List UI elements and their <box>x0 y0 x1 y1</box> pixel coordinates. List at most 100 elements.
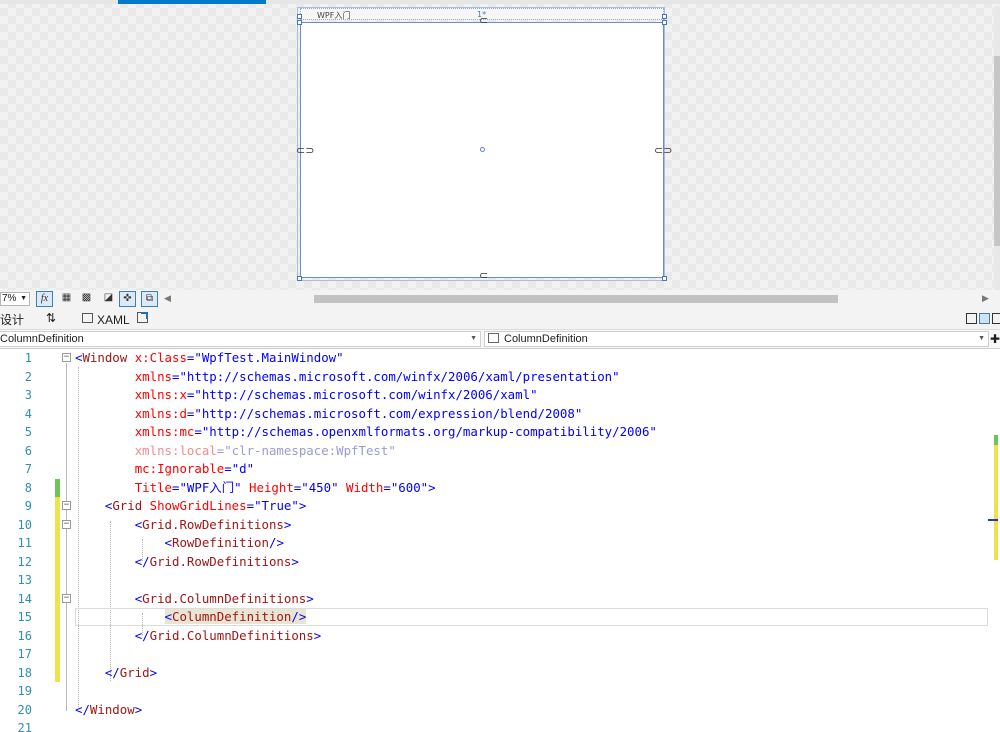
anchor-bottom-icon[interactable]: ⊂ <box>479 270 488 281</box>
grid-snap-icon[interactable]: ▦ <box>58 291 75 307</box>
anchor-top-icon[interactable]: ⊂ <box>479 15 488 26</box>
code-text[interactable]: xmlns:d="http://schemas.microsoft.com/ex… <box>75 405 583 424</box>
code-text[interactable]: xmlns:x="http://schemas.microsoft.com/wi… <box>75 386 538 405</box>
line-number: 16 <box>17 628 32 643</box>
designer-horizontal-scrollbar[interactable] <box>314 295 838 303</box>
line-number: 6 <box>24 443 32 458</box>
code-line-current: 15 <ColumnDefinition/> <box>0 608 1000 627</box>
element-dropdown-right-value: ColumnDefinition <box>504 333 588 345</box>
fold-toggle-icon[interactable]: − <box>62 519 71 529</box>
code-text[interactable]: Title="WPF入门" Height="450" Width="600"> <box>75 479 436 498</box>
change-marker-unsaved <box>55 626 60 645</box>
resize-handle-title-right[interactable] <box>662 14 667 19</box>
code-line: 8 Title="WPF入门" Height="450" Width="600"… <box>0 478 1000 498</box>
scroll-thumb[interactable] <box>994 56 1000 246</box>
code-line: 4 xmlns:d="http://schemas.microsoft.com/… <box>0 405 1000 424</box>
design-surface[interactable]: WPF入门 1* ⊂ ⊂⊃ ⊂⊃ ⊂ <box>0 0 1000 290</box>
fold-toggle-icon[interactable]: − <box>62 353 71 362</box>
change-marker-unsaved <box>55 571 60 590</box>
anchor-left-icon[interactable]: ⊂⊃ <box>296 145 314 156</box>
code-text[interactable]: <RowDefinition/> <box>75 534 284 553</box>
overview-caret-marker <box>988 519 998 521</box>
code-line: 6 xmlns:local="clr-namespace:WpfTest" <box>0 442 1000 461</box>
code-line: 12 </Grid.RowDefinitions> <box>0 552 1000 572</box>
window-title: WPF入门 <box>317 11 351 20</box>
xaml-icon <box>82 313 93 323</box>
code-text[interactable]: <Grid.RowDefinitions> <box>75 516 292 535</box>
fold-toggle-icon[interactable]: − <box>62 501 71 510</box>
line-number: 17 <box>17 647 32 661</box>
split-editor-icon[interactable]: ✚ <box>990 332 1000 346</box>
snap-to-gridlines-icon[interactable]: ◪ <box>100 291 117 307</box>
overview-change-marker <box>994 445 998 560</box>
code-text[interactable]: </Grid.RowDefinitions> <box>75 553 299 572</box>
code-text[interactable]: </Grid> <box>75 664 157 683</box>
change-marker-saved <box>55 478 60 497</box>
popout-xaml-icon[interactable] <box>137 312 148 323</box>
code-text[interactable]: </Window> <box>75 701 142 720</box>
code-line: 20 </Window> <box>0 701 1000 720</box>
zoom-dropdown[interactable]: 7% ▼ <box>0 292 30 306</box>
code-line: 11 <RowDefinition/> <box>0 534 1000 553</box>
code-line: 16 </Grid.ColumnDefinitions> <box>0 626 1000 646</box>
resize-handle-bottom-right[interactable] <box>662 276 667 281</box>
resize-handle-top-left[interactable] <box>297 20 302 25</box>
line-number: 12 <box>17 554 32 569</box>
code-text[interactable]: <Grid.ColumnDefinitions> <box>75 590 314 609</box>
vertical-split-icon[interactable] <box>966 313 977 324</box>
change-marker-unsaved <box>55 589 60 608</box>
code-line: 21 <box>0 719 1000 732</box>
line-number: 14 <box>17 591 32 606</box>
code-text[interactable]: xmlns="http://schemas.microsoft.com/winf… <box>75 368 620 387</box>
scroll-left-icon[interactable]: ◀ <box>164 293 171 304</box>
line-number: 11 <box>17 536 32 550</box>
zoom-value: 7% <box>2 293 17 304</box>
code-line: 14 − <Grid.ColumnDefinitions> <box>0 589 1000 609</box>
resize-handle-title-left[interactable] <box>297 14 302 19</box>
line-number: 2 <box>24 369 32 384</box>
line-number: 10 <box>17 517 32 532</box>
swap-panes-icon[interactable]: ⇅ <box>46 311 56 325</box>
tab-xaml[interactable]: XAML <box>82 313 130 327</box>
tab-design[interactable]: 设计 <box>0 311 24 328</box>
code-text[interactable]: <Window x:Class="WpfTest.MainWindow" <box>75 349 344 368</box>
code-line: 17 <box>0 645 1000 664</box>
chevron-down-icon: ▼ <box>20 295 27 302</box>
code-text[interactable]: xmlns:local="clr-namespace:WpfTest" <box>75 442 396 461</box>
code-text[interactable]: <ColumnDefinition/> <box>75 608 307 627</box>
designer-vertical-scrollbar[interactable] <box>994 6 1000 290</box>
horizontal-split-icon[interactable] <box>979 313 990 324</box>
change-marker-unsaved <box>55 608 60 627</box>
active-tab-indicator <box>118 0 266 4</box>
line-number: 8 <box>24 480 32 495</box>
resize-handle-top-right[interactable] <box>662 20 667 25</box>
line-number: 18 <box>17 665 32 680</box>
xaml-code-editor[interactable]: 1 − <Window x:Class="WpfTest.MainWindow"… <box>0 349 1000 732</box>
code-text[interactable]: mc:Ignorable="d" <box>75 460 254 479</box>
line-number: 20 <box>17 702 32 717</box>
resize-handle-bottom-left[interactable] <box>297 276 302 281</box>
layout-rounding-icon[interactable]: ⧉ <box>141 291 158 307</box>
change-marker-unsaved <box>55 515 60 534</box>
snap-to-lines-icon[interactable]: ✜ <box>119 291 136 307</box>
code-text[interactable]: xmlns:mc="http://schemas.openxmlformats.… <box>75 423 657 442</box>
change-marker-unsaved <box>55 534 60 553</box>
wpf-window-preview[interactable]: WPF入门 1* ⊂ ⊂⊃ ⊂⊃ ⊂ <box>296 7 672 281</box>
line-number: 9 <box>24 499 32 513</box>
code-text[interactable]: <Grid ShowGridLines="True"> <box>75 497 306 516</box>
change-marker-unsaved <box>55 497 60 516</box>
code-text[interactable]: </Grid.ColumnDefinitions> <box>75 627 322 646</box>
artboard-background-icon[interactable]: ▩ <box>78 291 95 307</box>
scroll-right-icon[interactable]: ▶ <box>982 293 989 304</box>
formula-button[interactable]: fx <box>36 291 53 307</box>
element-dropdown-right[interactable]: ColumnDefinition ▼ <box>484 331 989 347</box>
fold-toggle-icon[interactable]: − <box>62 593 71 603</box>
code-line: 19 <box>0 682 1000 701</box>
line-number: 13 <box>17 573 32 587</box>
anchor-right-icon[interactable]: ⊂⊃ <box>654 145 672 156</box>
collapse-pane-icon[interactable] <box>992 313 1000 324</box>
code-line: 3 xmlns:x="http://schemas.microsoft.com/… <box>0 386 1000 405</box>
code-line: 13 <box>0 571 1000 590</box>
code-line: 2 xmlns="http://schemas.microsoft.com/wi… <box>0 368 1000 387</box>
element-dropdown-left[interactable]: ColumnDefinition ▼ <box>0 331 481 347</box>
